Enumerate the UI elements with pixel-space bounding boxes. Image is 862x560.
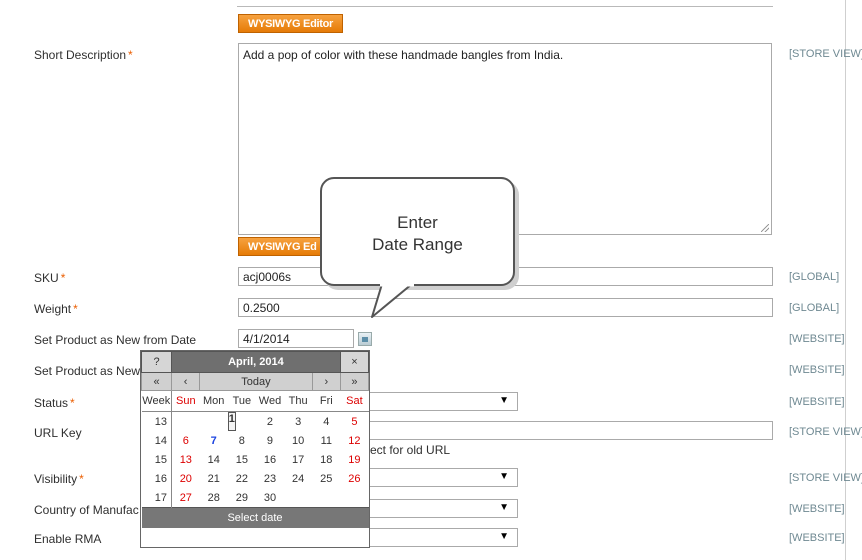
day-name-header: Tue xyxy=(227,390,256,412)
new-from-scope: [WEBSITE] xyxy=(789,333,845,345)
calendar-day[interactable]: 22 xyxy=(228,469,256,488)
dropdown-arrow-icon: ▼ xyxy=(499,531,509,542)
url-key-label: URL Key xyxy=(34,426,82,440)
calendar-day[interactable]: 21 xyxy=(200,469,228,488)
date-picker-popup: ? April, 2014 × « ‹ Today › » Week Sun Mo… xyxy=(140,350,370,548)
calendar-day[interactable]: 5 xyxy=(340,412,368,432)
weight-scope: [GLOBAL] xyxy=(789,302,840,314)
calendar-help-button[interactable]: ? xyxy=(141,351,172,373)
visibility-scope: [STORE VIEW] xyxy=(789,472,862,484)
status-scope: [WEBSITE] xyxy=(789,396,845,408)
country-label: Country of Manufac xyxy=(34,503,139,517)
calendar-day[interactable]: 25 xyxy=(312,469,340,488)
day-name-header: Sun xyxy=(171,390,200,412)
calendar-day[interactable]: 7 xyxy=(200,431,228,450)
calendar-month-title: April, 2014 xyxy=(171,351,341,373)
callout-bubble: Enter Date Range xyxy=(320,177,515,286)
calendar-day[interactable]: 18 xyxy=(312,450,340,469)
day-name-header: Mon xyxy=(199,390,228,412)
wysiwyg-editor-button-2[interactable]: WYSIWYG Ed xyxy=(238,237,330,256)
calendar-day[interactable]: 30 xyxy=(256,488,284,508)
calendar-day[interactable]: 28 xyxy=(200,488,228,508)
calendar-day[interactable]: 10 xyxy=(284,431,312,450)
new-from-date-input[interactable]: 4/1/2014 xyxy=(238,329,354,348)
week-number: 16 xyxy=(141,469,172,488)
calendar-empty-cell xyxy=(200,412,228,432)
new-to-scope: [WEBSITE] xyxy=(789,364,845,376)
weight-input[interactable]: 0.2500 xyxy=(238,298,773,317)
calendar-day[interactable]: 2 xyxy=(256,412,284,432)
calendar-day[interactable]: 12 xyxy=(340,431,368,450)
dropdown-arrow-icon: ▼ xyxy=(499,471,509,482)
calendar-empty-cell xyxy=(312,488,340,508)
calendar-empty-cell xyxy=(284,488,312,508)
calendar-day[interactable]: 4 xyxy=(312,412,340,432)
day-name-header: Fri xyxy=(312,390,341,412)
calendar-empty-cell xyxy=(340,488,368,508)
today-button[interactable]: Today xyxy=(199,372,313,391)
day-name-header: Wed xyxy=(255,390,285,412)
url-key-scope: [STORE VIEW] xyxy=(789,426,862,438)
new-from-date-value: 4/1/2014 xyxy=(243,332,290,346)
prev-month-button[interactable]: ‹ xyxy=(170,372,201,391)
calendar-day[interactable]: 1 xyxy=(227,412,236,431)
calendar-day[interactable]: 3 xyxy=(284,412,312,432)
calendar-day[interactable]: 14 xyxy=(200,450,228,469)
callout-line-1: Enter xyxy=(397,213,438,232)
divider xyxy=(237,6,773,7)
sku-label: SKU * xyxy=(34,271,66,285)
next-year-button[interactable]: » xyxy=(339,372,370,391)
visibility-label: Visibility * xyxy=(34,472,84,486)
callout-tail xyxy=(371,284,414,318)
status-label: Status * xyxy=(34,396,75,410)
rma-scope: [WEBSITE] xyxy=(789,532,845,544)
wysiwyg-editor-button[interactable]: WYSIWYG Editor xyxy=(238,14,344,33)
calendar-day[interactable]: 20 xyxy=(172,469,200,488)
calendar-day[interactable]: 26 xyxy=(340,469,368,488)
enable-rma-label: Enable RMA xyxy=(34,532,102,546)
week-number: 17 xyxy=(141,488,172,508)
calendar-day[interactable]: 27 xyxy=(172,488,200,508)
country-scope: [WEBSITE] xyxy=(789,503,845,515)
short-description-scope: [STORE VIEW] xyxy=(789,48,862,60)
sku-value: acj0006s xyxy=(243,270,292,284)
calendar-day[interactable]: 19 xyxy=(340,450,368,469)
callout-line-2: Date Range xyxy=(372,235,463,254)
day-name-header: Thu xyxy=(284,390,313,412)
week-number: 14 xyxy=(141,431,172,450)
weight-value: 0.2500 xyxy=(243,301,280,315)
calendar-day[interactable]: 23 xyxy=(256,469,284,488)
week-number: 15 xyxy=(141,450,172,469)
next-month-button[interactable]: › xyxy=(311,372,341,391)
day-name-header: Sat xyxy=(340,390,369,412)
calendar-empty-cell xyxy=(172,412,200,432)
new-to-date-label: Set Product as New xyxy=(34,364,141,378)
calendar-footer-status: Select date xyxy=(141,507,369,528)
dropdown-arrow-icon: ▼ xyxy=(499,395,509,406)
calendar-day[interactable]: 9 xyxy=(256,431,284,450)
dropdown-arrow-icon: ▼ xyxy=(499,502,509,513)
calendar-day[interactable]: 29 xyxy=(228,488,256,508)
calendar-day[interactable]: 6 xyxy=(172,431,200,450)
calendar-day[interactable]: 11 xyxy=(312,431,340,450)
calendar-day[interactable]: 16 xyxy=(256,450,284,469)
new-from-date-label: Set Product as New from Date xyxy=(34,333,197,347)
week-column-header: Week xyxy=(141,390,172,412)
week-number: 13 xyxy=(141,411,172,431)
calendar-day[interactable]: 15 xyxy=(228,450,256,469)
redirect-checkbox-label: ect for old URL xyxy=(370,443,451,457)
calendar-day[interactable]: 17 xyxy=(284,450,312,469)
short-description-label: Short Description * xyxy=(34,48,133,62)
weight-label: Weight * xyxy=(34,302,78,316)
calendar-close-button[interactable]: × xyxy=(339,351,370,373)
calendar-day[interactable]: 8 xyxy=(228,431,256,450)
short-description-text: Add a pop of color with these handmade b… xyxy=(243,48,564,62)
prev-year-button[interactable]: « xyxy=(141,372,172,391)
calendar-icon[interactable] xyxy=(358,332,372,346)
calendar-day[interactable]: 13 xyxy=(172,450,200,469)
calendar-day[interactable]: 24 xyxy=(284,469,312,488)
sku-scope: [GLOBAL] xyxy=(789,271,840,283)
resize-grip-icon[interactable] xyxy=(761,224,769,232)
